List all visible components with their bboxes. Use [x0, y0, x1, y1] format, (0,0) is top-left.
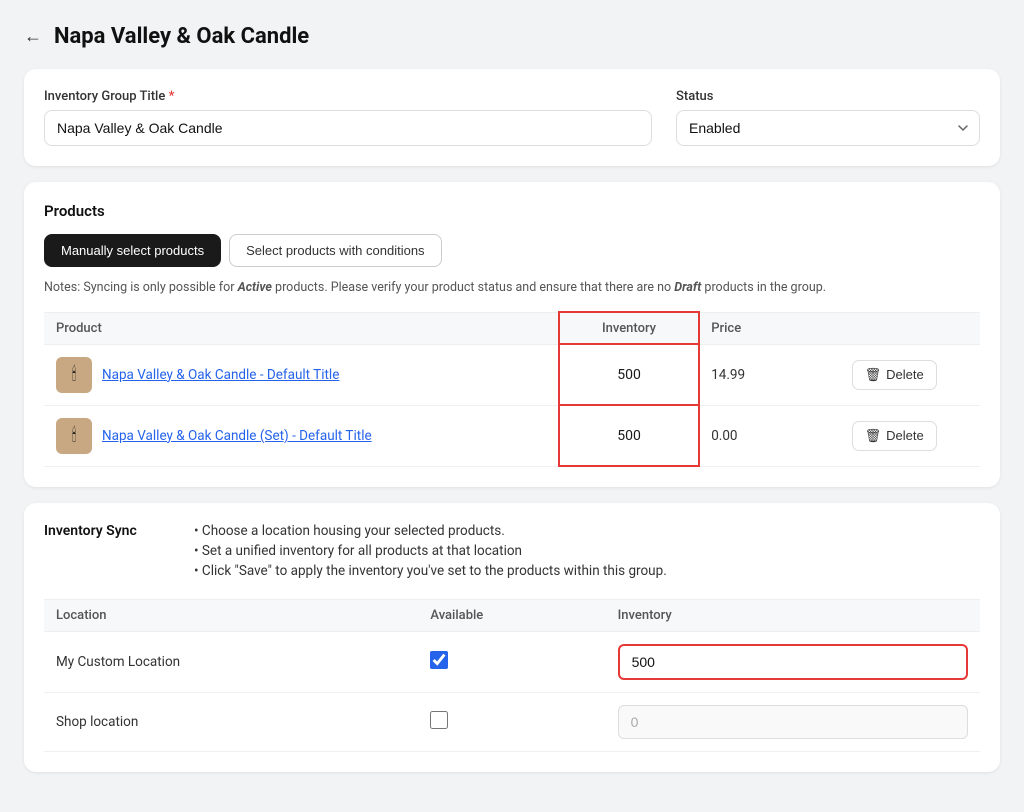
trash-icon-2: 🗑	[865, 428, 882, 444]
sync-bullet-1: Choose a location housing your selected …	[194, 523, 667, 539]
conditions-select-button[interactable]: Select products with conditions	[229, 234, 441, 267]
product-col-header: Product	[44, 312, 559, 344]
sync-bullet-2: Set a unified inventory for all products…	[194, 543, 667, 559]
inventory-input-cell-1	[606, 631, 980, 692]
inventory-cell-2: 500	[559, 405, 699, 466]
title-group: Inventory Group Title *	[44, 89, 652, 146]
available-col-header: Available	[418, 599, 605, 631]
inventory-sync-label: Inventory Sync	[44, 523, 174, 583]
location-row-1: My Custom Location	[44, 631, 980, 692]
group-info-card: Inventory Group Title * Status Enabled D…	[24, 69, 1000, 166]
inventory-sync-bullets: Choose a location housing your selected …	[194, 523, 667, 583]
status-select[interactable]: Enabled Disabled	[676, 110, 980, 146]
required-indicator: *	[169, 89, 175, 104]
inventory-input-2	[618, 705, 968, 739]
product-link-2[interactable]: Napa Valley & Oak Candle (Set) - Default…	[102, 428, 372, 444]
action-cell-1: 🗑 Delete	[840, 344, 980, 405]
product-thumbnail-1: 🕯	[56, 357, 92, 393]
location-col-header: Location	[44, 599, 418, 631]
manually-select-button[interactable]: Manually select products	[44, 234, 221, 267]
products-card: Products Manually select products Select…	[24, 182, 1000, 487]
inventory-sync-header: Inventory Sync Choose a location housing…	[44, 523, 980, 583]
title-label: Inventory Group Title *	[44, 89, 652, 104]
table-row: 🕯 Napa Valley & Oak Candle - Default Tit…	[44, 344, 980, 405]
product-thumbnail-2: 🕯	[56, 418, 92, 454]
status-label: Status	[676, 89, 980, 104]
available-cell-2	[418, 692, 605, 751]
available-checkbox-2[interactable]	[430, 711, 448, 729]
page-title: Napa Valley & Oak Candle	[54, 24, 309, 49]
inventory-col-header: Inventory	[559, 312, 699, 344]
inventory-sync-col-header: Inventory	[606, 599, 980, 631]
price-col-header: Price	[699, 312, 839, 344]
locations-table: Location Available Inventory My Custom L…	[44, 599, 980, 752]
price-cell-2: 0.00	[699, 405, 839, 466]
inventory-sync-card: Inventory Sync Choose a location housing…	[24, 503, 1000, 772]
product-cell-2: 🕯 Napa Valley & Oak Candle (Set) - Defau…	[44, 405, 559, 466]
products-notes: Notes: Syncing is only possible for Acti…	[44, 279, 980, 298]
price-cell-1: 14.99	[699, 344, 839, 405]
available-checkbox-1[interactable]	[430, 651, 448, 669]
title-input[interactable]	[44, 110, 652, 146]
available-cell-1	[418, 631, 605, 692]
location-name-2: Shop location	[44, 692, 418, 751]
delete-button-1[interactable]: 🗑 Delete	[852, 360, 937, 390]
page-header: ← Napa Valley & Oak Candle	[24, 24, 1000, 49]
inventory-input-cell-2	[606, 692, 980, 751]
action-cell-2: 🗑 Delete	[840, 405, 980, 466]
product-link-1[interactable]: Napa Valley & Oak Candle - Default Title	[102, 367, 339, 383]
status-group: Status Enabled Disabled	[676, 89, 980, 146]
location-name-1: My Custom Location	[44, 631, 418, 692]
back-button[interactable]: ←	[24, 26, 42, 47]
products-table: Product Inventory Price 🕯 Napa Valley & …	[44, 312, 980, 467]
action-col-header	[840, 312, 980, 344]
products-section-title: Products	[44, 202, 980, 220]
delete-button-2[interactable]: 🗑 Delete	[852, 421, 937, 451]
product-cell-1: 🕯 Napa Valley & Oak Candle - Default Tit…	[44, 344, 559, 405]
location-row-2: Shop location	[44, 692, 980, 751]
inventory-cell-1: 500	[559, 344, 699, 405]
trash-icon-1: 🗑	[865, 367, 882, 383]
inventory-input-1[interactable]	[618, 644, 968, 680]
sync-bullet-3: Click "Save" to apply the inventory you'…	[194, 563, 667, 579]
product-selection-toggle: Manually select products Select products…	[44, 234, 980, 267]
table-row: 🕯 Napa Valley & Oak Candle (Set) - Defau…	[44, 405, 980, 466]
